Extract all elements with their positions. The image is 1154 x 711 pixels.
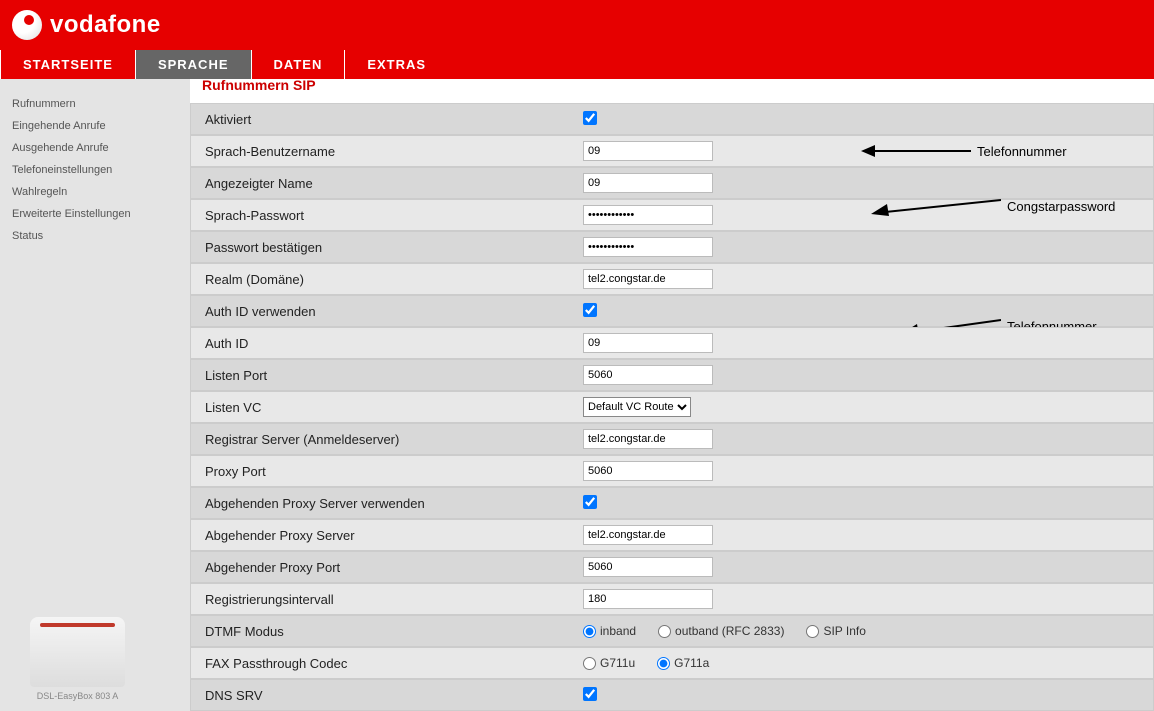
input-auth-id[interactable] xyxy=(583,333,713,353)
row-sprach-pw: Sprach-Passwort Congstarpassword xyxy=(190,199,1154,231)
router-icon xyxy=(30,617,125,687)
row-auth-id: Auth ID xyxy=(190,327,1154,359)
label-sprach-pw: Sprach-Passwort xyxy=(191,208,583,223)
annotation-telefonnummer-1: Telefonnummer xyxy=(861,142,1067,160)
brand-text: vodafone xyxy=(50,11,161,39)
input-angezeigter-name[interactable] xyxy=(583,173,713,193)
row-dns-srv: DNS SRV xyxy=(190,679,1154,711)
header-bar: vodafone xyxy=(0,0,1154,50)
input-sprach-user[interactable] xyxy=(583,141,713,161)
arrow-icon xyxy=(861,142,971,160)
row-sprach-user: Sprach-Benutzername Telefonnummer xyxy=(190,135,1154,167)
label-aktiviert: Aktiviert xyxy=(191,112,583,127)
row-registrar: Registrar Server (Anmeldeserver) xyxy=(190,423,1154,455)
brand-logo: vodafone xyxy=(12,10,161,40)
page-title: Rufnummern SIP xyxy=(190,75,1154,99)
main-content: Rufnummern SIP Aktiviert Sprach-Benutzer… xyxy=(190,79,1154,711)
label-pw-confirm: Passwort bestätigen xyxy=(191,240,583,255)
sidebar-item-ausgehende[interactable]: Ausgehende Anrufe xyxy=(12,137,178,159)
input-outgoing-proxy-port[interactable] xyxy=(583,557,713,577)
tab-startseite[interactable]: STARTSEITE xyxy=(0,50,135,79)
input-reg-interval[interactable] xyxy=(583,589,713,609)
input-sprach-pw[interactable] xyxy=(583,205,713,225)
arrow-icon xyxy=(871,194,1001,218)
annotation-congstarpassword: Congstarpassword xyxy=(871,194,1115,218)
label-fax-codec: FAX Passthrough Codec xyxy=(191,656,583,671)
row-listen-vc: Listen VC Default VC Route xyxy=(190,391,1154,423)
label-outgoing-proxy-port: Abgehender Proxy Port xyxy=(191,560,583,575)
sidebar-item-erweiterte[interactable]: Erweiterte Einstellungen xyxy=(12,203,178,225)
radio-fax-g711a[interactable]: G711a xyxy=(657,656,709,670)
input-outgoing-proxy[interactable] xyxy=(583,525,713,545)
row-auth-id-use: Auth ID verwenden Telefonnummer xyxy=(190,295,1154,327)
sidebar-item-status[interactable]: Status xyxy=(12,225,178,247)
row-proxy-port: Proxy Port xyxy=(190,455,1154,487)
label-sprach-user: Sprach-Benutzername xyxy=(191,144,583,159)
label-proxy-port: Proxy Port xyxy=(191,464,583,479)
select-listen-vc[interactable]: Default VC Route xyxy=(583,397,691,417)
row-realm: Realm (Domäne) xyxy=(190,263,1154,295)
row-reg-interval: Registrierungsintervall xyxy=(190,583,1154,615)
row-dtmf: DTMF Modus inband outband (RFC 2833) SIP… xyxy=(190,615,1154,647)
label-dtmf: DTMF Modus xyxy=(191,624,583,639)
input-proxy-port[interactable] xyxy=(583,461,713,481)
input-listen-port[interactable] xyxy=(583,365,713,385)
checkbox-outgoing-proxy-use[interactable] xyxy=(583,495,597,509)
label-angezeigter-name: Angezeigter Name xyxy=(191,176,583,191)
label-dns-srv: DNS SRV xyxy=(191,688,583,703)
row-fax-codec: FAX Passthrough Codec G711u G711a xyxy=(190,647,1154,679)
radio-dtmf-inband[interactable]: inband xyxy=(583,624,636,638)
label-auth-id-use: Auth ID verwenden xyxy=(191,304,583,319)
device-caption: DSL-EasyBox 803 A xyxy=(30,691,125,701)
sidebar-item-rufnummern[interactable]: Rufnummern xyxy=(12,93,178,115)
row-listen-port: Listen Port xyxy=(190,359,1154,391)
sidebar: Rufnummern Eingehende Anrufe Ausgehende … xyxy=(0,79,190,711)
row-outgoing-proxy: Abgehender Proxy Server xyxy=(190,519,1154,551)
row-outgoing-proxy-port: Abgehender Proxy Port xyxy=(190,551,1154,583)
label-registrar: Registrar Server (Anmeldeserver) xyxy=(191,432,583,447)
radio-dtmf-sipinfo[interactable]: SIP Info xyxy=(806,624,865,638)
input-pw-confirm[interactable] xyxy=(583,237,713,257)
row-aktiviert: Aktiviert xyxy=(190,103,1154,135)
row-pw-confirm: Passwort bestätigen xyxy=(190,231,1154,263)
label-realm: Realm (Domäne) xyxy=(191,272,583,287)
label-outgoing-proxy: Abgehender Proxy Server xyxy=(191,528,583,543)
input-registrar[interactable] xyxy=(583,429,713,449)
vodafone-logo-icon xyxy=(12,10,42,40)
label-reg-interval: Registrierungsintervall xyxy=(191,592,583,607)
sidebar-item-eingehende[interactable]: Eingehende Anrufe xyxy=(12,115,178,137)
checkbox-auth-id-use[interactable] xyxy=(583,303,597,317)
row-outgoing-proxy-use: Abgehenden Proxy Server verwenden xyxy=(190,487,1154,519)
input-realm[interactable] xyxy=(583,269,713,289)
label-outgoing-proxy-use: Abgehenden Proxy Server verwenden xyxy=(191,496,583,511)
device-preview: DSL-EasyBox 803 A xyxy=(30,617,125,701)
label-listen-vc: Listen VC xyxy=(191,400,583,415)
sidebar-item-wahlregeln[interactable]: Wahlregeln xyxy=(12,181,178,203)
radio-dtmf-outband[interactable]: outband (RFC 2833) xyxy=(658,624,784,638)
radio-fax-g711u[interactable]: G711u xyxy=(583,656,635,670)
label-listen-port: Listen Port xyxy=(191,368,583,383)
checkbox-aktiviert[interactable] xyxy=(583,111,597,125)
sidebar-item-telefoneinstellungen[interactable]: Telefoneinstellungen xyxy=(12,159,178,181)
label-auth-id: Auth ID xyxy=(191,336,583,351)
